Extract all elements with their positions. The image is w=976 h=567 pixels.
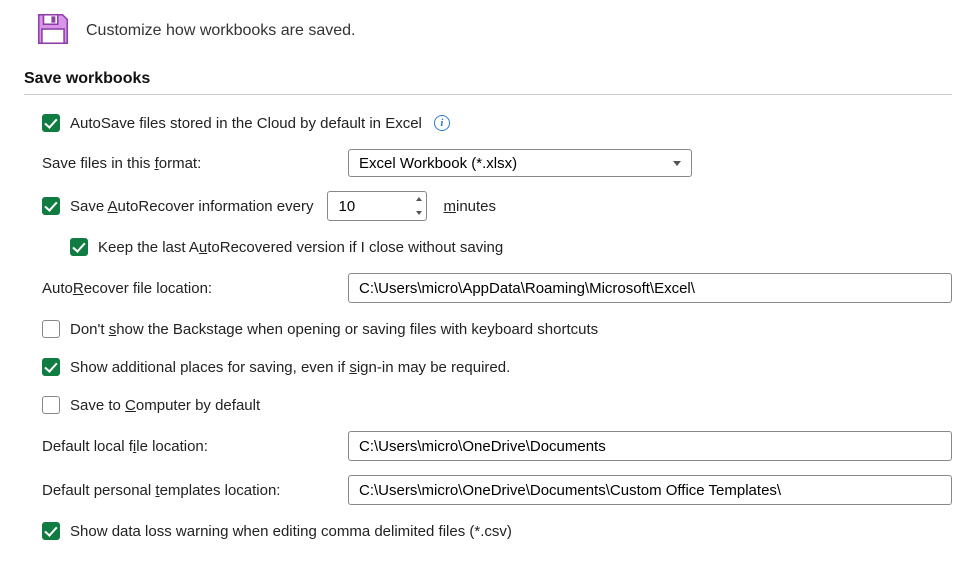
dont-show-backstage-row: Don't show the Backstage when opening or… (42, 317, 952, 341)
save-options-panel: Customize how workbooks are saved. Save … (0, 0, 976, 567)
save-format-row: Save files in this format: Excel Workboo… (42, 149, 952, 177)
dont-show-backstage-checkbox[interactable] (42, 320, 60, 338)
dont-show-backstage-label: Don't show the Backstage when opening or… (70, 321, 598, 338)
section-divider (24, 94, 952, 95)
save-to-computer-label: Save to Computer by default (70, 397, 260, 414)
default-local-label: Default local file location: (42, 438, 338, 455)
autorecover-interval-value: 10 (328, 198, 410, 215)
data-loss-warning-checkbox[interactable] (42, 522, 60, 540)
save-to-computer-row: Save to Computer by default (42, 393, 952, 417)
spinner-up-button[interactable] (411, 192, 426, 206)
spinner-buttons (410, 192, 426, 220)
data-loss-warning-label: Show data loss warning when editing comm… (70, 523, 512, 540)
info-icon[interactable]: i (434, 115, 450, 131)
show-additional-label: Show additional places for saving, even … (70, 359, 510, 376)
autorecover-location-label: AutoRecover file location: (42, 280, 338, 297)
keep-last-label: Keep the last AutoRecovered version if I… (98, 239, 503, 256)
show-additional-row: Show additional places for saving, even … (42, 355, 952, 379)
data-loss-warning-row: Show data loss warning when editing comm… (42, 519, 952, 543)
save-icon (34, 10, 72, 52)
show-additional-checkbox[interactable] (42, 358, 60, 376)
spinner-down-button[interactable] (411, 206, 426, 220)
default-local-row: Default local file location: C:\Users\mi… (42, 431, 952, 461)
autosave-label: AutoSave files stored in the Cloud by de… (70, 115, 422, 132)
section-title: Save workbooks (24, 70, 952, 88)
default-templates-row: Default personal templates location: C:\… (42, 475, 952, 505)
save-format-value: Excel Workbook (*.xlsx) (359, 155, 517, 172)
autorecover-location-row: AutoRecover file location: C:\Users\micr… (42, 273, 952, 303)
default-templates-label: Default personal templates location: (42, 482, 338, 499)
default-local-input[interactable]: C:\Users\micro\OneDrive\Documents (348, 431, 952, 461)
save-format-select[interactable]: Excel Workbook (*.xlsx) (348, 149, 692, 177)
autosave-checkbox[interactable] (42, 114, 60, 132)
default-templates-input[interactable]: C:\Users\micro\OneDrive\Documents\Custom… (348, 475, 952, 505)
save-to-computer-checkbox[interactable] (42, 396, 60, 414)
autorecover-interval-spinner[interactable]: 10 (327, 191, 427, 221)
autosave-row: AutoSave files stored in the Cloud by de… (42, 111, 952, 135)
autorecover-label: Save AutoRecover information every (70, 198, 313, 215)
autorecover-row: Save AutoRecover information every 10 mi… (42, 191, 952, 221)
keep-last-checkbox[interactable] (70, 238, 88, 256)
autorecover-checkbox[interactable] (42, 197, 60, 215)
autorecover-location-input[interactable]: C:\Users\micro\AppData\Roaming\Microsoft… (348, 273, 952, 303)
panel-header-text: Customize how workbooks are saved. (86, 22, 355, 40)
minutes-label: minutes (443, 198, 496, 215)
keep-last-row: Keep the last AutoRecovered version if I… (70, 235, 952, 259)
save-format-label: Save files in this format: (42, 155, 338, 172)
panel-header: Customize how workbooks are saved. (24, 10, 952, 70)
